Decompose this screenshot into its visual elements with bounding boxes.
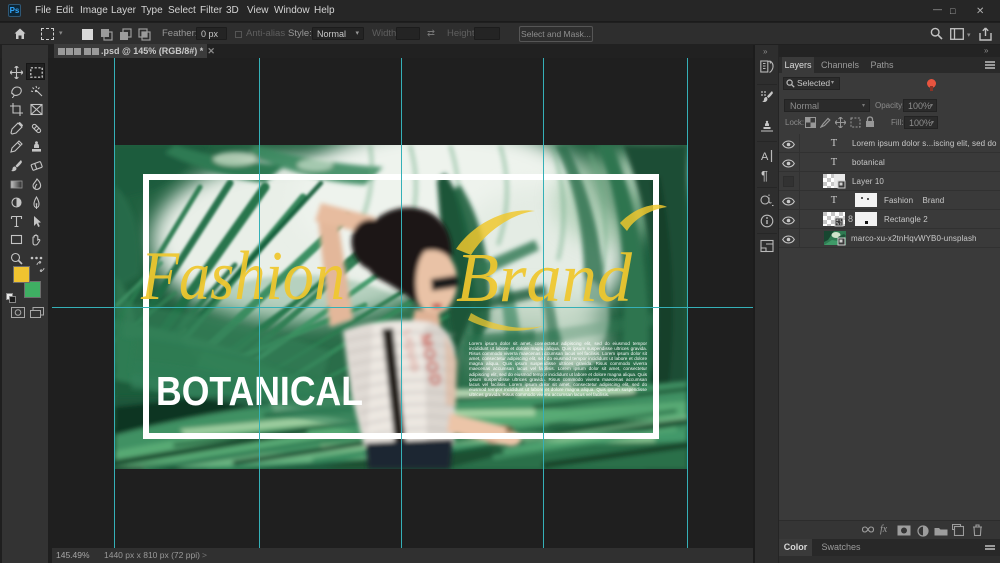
svg-text:Brand: Brand: [456, 240, 633, 317]
svg-text:A: A: [761, 151, 769, 163]
svg-text:Fashion: Fashion: [140, 238, 345, 315]
svg-text:¶: ¶: [761, 168, 768, 182]
